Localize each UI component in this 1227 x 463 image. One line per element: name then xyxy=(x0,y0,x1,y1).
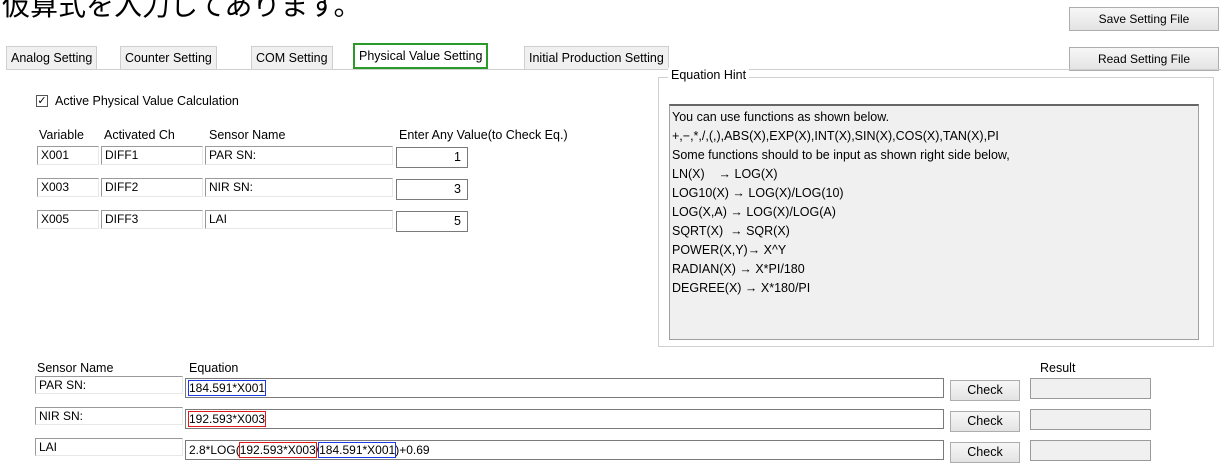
tab-physical-value-setting[interactable]: Physical Value Setting xyxy=(353,43,489,69)
eq-sensor-name-field: LAI xyxy=(35,438,183,456)
hint-line: LN(X) → LOG(X) xyxy=(672,167,778,181)
eq-sensor-name-field: PAR SN: xyxy=(35,376,183,394)
eq-header-equation: Equation xyxy=(189,361,239,375)
eq-header-sensor-name: Sensor Name xyxy=(37,361,114,375)
equation-hint-title: Equation Hint xyxy=(668,68,750,82)
header-enter-value: Enter Any Value(to Check Eq.) xyxy=(399,128,568,142)
variable-field: X003 xyxy=(37,178,99,197)
result-field xyxy=(1030,378,1151,399)
check-button[interactable]: Check xyxy=(950,380,1020,401)
page-caption: 仮算式を入力してあります。 xyxy=(2,0,362,21)
active-calc-label: Active Physical Value Calculation xyxy=(55,94,239,108)
tab-counter-setting[interactable]: Counter Setting xyxy=(120,46,217,69)
equation-input[interactable]: 192.593*X003 xyxy=(185,409,944,429)
result-field xyxy=(1030,409,1151,430)
equation-text: 184.591*X001 xyxy=(187,380,267,396)
tab-analog-setting[interactable]: Analog Setting xyxy=(6,46,98,69)
hint-line: Some functions should to be input as sho… xyxy=(672,148,1010,162)
eq-header-result: Result xyxy=(1040,361,1076,375)
read-setting-file-button[interactable]: Read Setting File xyxy=(1069,47,1219,71)
active-calc-checkbox[interactable]: ✓ xyxy=(36,95,48,107)
equation-input[interactable]: 2.8*LOG(192.593*X003/184.591*X001)+0.69 xyxy=(185,440,944,460)
header-activated-ch: Activated Ch xyxy=(104,128,175,142)
check-value-input[interactable]: 3 xyxy=(396,179,468,200)
hint-line: +,−,*,/,(,),ABS(X),EXP(X),INT(X),SIN(X),… xyxy=(672,129,999,143)
hint-line: LOG10(X) → LOG(X)/LOG(10) xyxy=(672,186,844,200)
hint-line: POWER(X,Y)→ X^Y xyxy=(672,243,787,257)
hint-line: SQRT(X) → SQR(X) xyxy=(672,224,790,238)
hint-line: RADIAN(X) → X*PI/180 xyxy=(672,262,805,276)
header-sensor-name: Sensor Name xyxy=(209,128,286,142)
equation-suffix: )+0.69 xyxy=(395,443,430,457)
activated-ch-field: DIFF1 xyxy=(101,146,203,165)
check-value-input[interactable]: 1 xyxy=(396,147,468,168)
hint-line: LOG(X,A) → LOG(X)/LOG(A) xyxy=(672,205,836,219)
sensor-name-field: PAR SN: xyxy=(205,146,393,165)
variable-field: X005 xyxy=(37,210,99,229)
tab-com-setting[interactable]: COM Setting xyxy=(251,46,333,69)
check-value-input[interactable]: 5 xyxy=(396,211,468,232)
check-button[interactable]: Check xyxy=(950,442,1020,463)
hint-line: DEGREE(X) → X*180/PI xyxy=(672,281,811,295)
activated-ch-field: DIFF3 xyxy=(101,210,203,229)
tab-initial-production-setting[interactable]: Initial Production Setting xyxy=(524,46,669,69)
equation-part-par: 184.591*X001 xyxy=(318,442,397,458)
equation-prefix: 2.8*LOG( xyxy=(189,443,240,457)
header-variable: Variable xyxy=(39,128,84,142)
sensor-name-field: NIR SN: xyxy=(205,178,393,197)
variable-field: X001 xyxy=(37,146,99,165)
tab-divider xyxy=(6,69,1221,70)
sensor-name-field: LAI xyxy=(205,210,393,229)
activated-ch-field: DIFF2 xyxy=(101,178,203,197)
equation-part-nir: 192.593*X003 xyxy=(238,442,317,458)
equation-text: 192.593*X003 xyxy=(187,411,267,427)
eq-sensor-name-field: NIR SN: xyxy=(35,407,183,425)
check-button[interactable]: Check xyxy=(950,411,1020,432)
equation-hint-text: You can use functions as shown below. +,… xyxy=(669,104,1199,340)
equation-input[interactable]: 184.591*X001 xyxy=(185,378,944,398)
result-field xyxy=(1030,440,1151,461)
save-setting-file-button[interactable]: Save Setting File xyxy=(1069,7,1219,31)
hint-line: You can use functions as shown below. xyxy=(672,110,890,124)
